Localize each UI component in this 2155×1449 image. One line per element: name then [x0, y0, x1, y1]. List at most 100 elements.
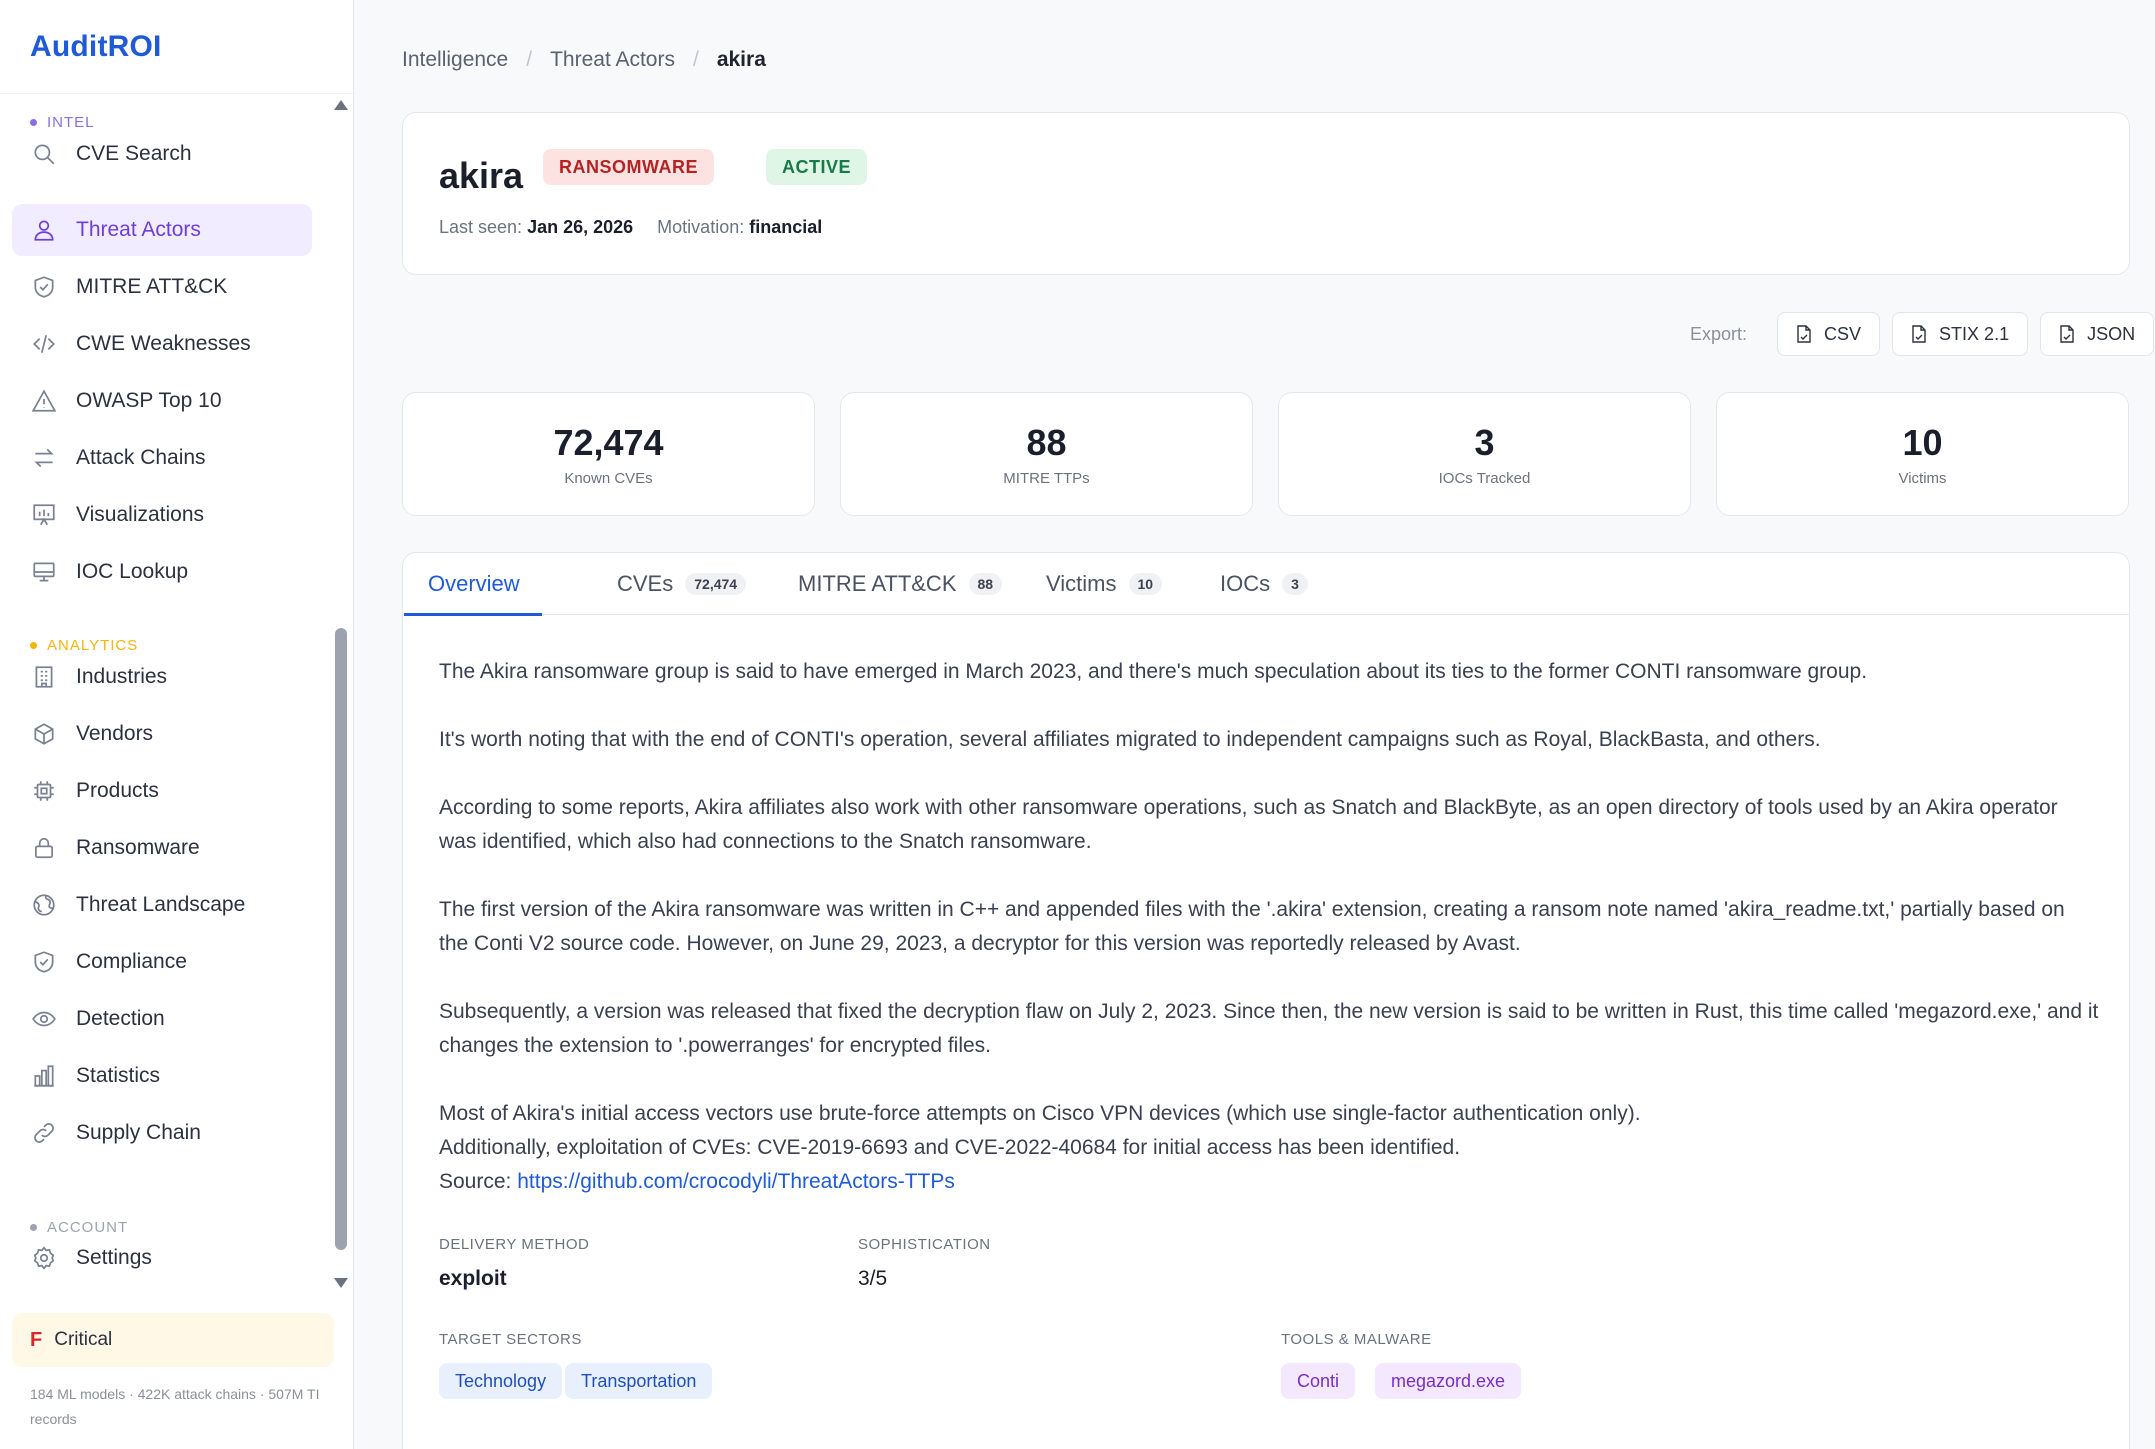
sidebar-item-products[interactable]: Products [12, 765, 312, 817]
export-csv-button[interactable]: CSV [1777, 312, 1881, 356]
platform-stats-footnote: 184 ML models · 422K attack chains · 507… [30, 1386, 320, 1427]
globe-icon [30, 891, 58, 919]
shield-check-icon [30, 948, 58, 976]
scroll-up-arrow[interactable] [334, 100, 348, 110]
sophistication-label: SOPHISTICATION [858, 1236, 991, 1253]
tab-iocs[interactable]: IOCs 3 [1220, 553, 1308, 615]
export-label: Export: [1690, 323, 1748, 344]
presentation-icon [30, 501, 58, 529]
file-icon [1797, 325, 1811, 343]
actor-detail-card: Overview CVEs 72,474 MITRE ATT&CK 88 Victi… [402, 552, 2130, 1449]
stat-card-known-cves: 72,474 Known CVEs [402, 392, 815, 516]
sidebar-item-attack-chains[interactable]: Attack Chains [12, 432, 312, 484]
eye-icon [30, 1005, 58, 1033]
tab-overview[interactable]: Overview [404, 553, 542, 616]
tools-malware-label: TOOLS & MALWARE [1281, 1331, 1432, 1348]
lock-icon [30, 834, 58, 862]
overview-paragraph: The first version of the Akira ransomwar… [439, 898, 2065, 955]
brand-logo[interactable]: AuditROI [0, 0, 353, 94]
actor-status-badge: ACTIVE [766, 149, 868, 185]
sector-chip[interactable]: Transportation [565, 1363, 713, 1399]
warning-icon [30, 387, 58, 415]
sidebar: AuditROI INTEL CVE Search Threat Actors … [0, 0, 354, 1449]
sidebar-item-supply-chain[interactable]: Supply Chain [12, 1107, 312, 1159]
gear-icon [30, 1244, 58, 1272]
shield-icon [30, 273, 58, 301]
actor-header-card: akira RANSOMWARE ACTIVE Last seen: Jan 2… [402, 112, 2130, 275]
sidebar-item-mitre[interactable]: MITRE ATT&CK [12, 261, 312, 313]
sidebar-item-compliance[interactable]: Compliance [12, 936, 312, 988]
tool-chip[interactable]: Conti [1281, 1363, 1356, 1399]
overview-description: The Akira ransomware group is said to ha… [439, 655, 2099, 1199]
main-content: Intelligence / Threat Actors / akira aki… [355, 0, 2155, 1449]
overview-cves-line: Additionally, exploitation of CVEs: CVE-… [439, 1136, 1461, 1159]
last-seen: Last seen: Jan 26, 2026 [439, 217, 634, 237]
overview-source-line: Source: https://github.com/crocodyli/Thr… [439, 1170, 955, 1193]
sidebar-item-threat-actors[interactable]: Threat Actors [12, 204, 312, 256]
overview-paragraph: According to some reports, Akira affilia… [439, 796, 2058, 853]
breadcrumb-threat-actors[interactable]: Threat Actors [550, 48, 675, 72]
sidebar-item-detection[interactable]: Detection [12, 993, 312, 1045]
breadcrumb-intelligence[interactable]: Intelligence [402, 48, 508, 72]
sidebar-nav: INTEL CVE Search Threat Actors MITRE ATT… [0, 94, 354, 1294]
tab-count: 88 [968, 573, 1003, 595]
search-icon [30, 140, 58, 168]
sidebar-item-ioc-lookup[interactable]: IOC Lookup [12, 546, 312, 598]
actor-type-badge: RANSOMWARE [543, 149, 714, 185]
sidebar-item-ransomware[interactable]: Ransomware [12, 822, 312, 874]
source-link[interactable]: https://github.com/crocodyli/ThreatActor… [517, 1170, 955, 1193]
breadcrumb-current: akira [716, 48, 766, 71]
export-json-button[interactable]: JSON [2040, 312, 2155, 356]
motivation: Motivation: financial [657, 217, 823, 237]
tab-cves[interactable]: CVEs 72,474 [617, 553, 747, 615]
tab-victims[interactable]: Victims 10 [1046, 553, 1163, 615]
sidebar-item-vendors[interactable]: Vendors [12, 708, 312, 760]
delivery-method-value: exploit [439, 1267, 507, 1290]
risk-grade: F [30, 1328, 43, 1351]
file-icon [1912, 325, 1926, 343]
tab-count: 10 [1128, 573, 1163, 595]
delivery-method-label: DELIVERY METHOD [439, 1236, 590, 1253]
arrows-icon [30, 444, 58, 472]
tab-count: 72,474 [685, 573, 747, 595]
brand-name: AuditROI [30, 29, 162, 63]
overview-paragraph: Subsequently, a version was released tha… [439, 1000, 2099, 1057]
code-icon [30, 330, 58, 358]
actor-meta: Last seen: Jan 26, 2026 Motivation: fina… [439, 217, 822, 238]
stat-card-iocs: 3 IOCs Tracked [1278, 392, 1691, 516]
sophistication-value: 3/5 [858, 1267, 888, 1290]
box-icon [30, 720, 58, 748]
target-sectors-label: TARGET SECTORS [439, 1331, 582, 1348]
sidebar-scrollbar-thumb[interactable] [335, 628, 347, 1250]
overview-access-line: Most of Akira's initial access vectors u… [439, 1102, 1641, 1125]
sidebar-item-visualizations[interactable]: Visualizations [12, 489, 312, 541]
sidebar-item-statistics[interactable]: Statistics [12, 1050, 312, 1102]
link-icon [30, 1119, 58, 1147]
sidebar-item-industries[interactable]: Industries [12, 651, 312, 703]
actor-name: akira [439, 155, 524, 196]
sidebar-item-threat-landscape[interactable]: Threat Landscape [12, 879, 312, 931]
tab-count: 3 [1282, 573, 1308, 595]
user-icon [30, 216, 58, 244]
sidebar-item-owasp[interactable]: OWASP Top 10 [12, 375, 312, 427]
export-toolbar: Export: CSV STIX 2.1 JSON [1690, 312, 2155, 356]
stat-card-victims: 10 Victims [1716, 392, 2129, 516]
file-icon [2060, 325, 2074, 343]
overview-paragraph: It's worth noting that with the end of C… [439, 728, 1821, 751]
overview-paragraph: The Akira ransomware group is said to ha… [439, 660, 1868, 683]
building-icon [30, 663, 58, 691]
tab-mitre[interactable]: MITRE ATT&CK 88 [798, 553, 1003, 615]
scroll-down-arrow[interactable] [334, 1278, 348, 1288]
sidebar-item-cve-search[interactable]: CVE Search [12, 128, 312, 180]
breadcrumb: Intelligence / Threat Actors / akira [402, 48, 766, 72]
tool-chip[interactable]: megazord.exe [1375, 1363, 1522, 1399]
sector-chip[interactable]: Technology [439, 1363, 563, 1399]
sidebar-item-settings[interactable]: Settings [12, 1232, 312, 1284]
tab-bar: Overview CVEs 72,474 MITRE ATT&CK 88 Victi… [403, 553, 2129, 616]
sidebar-item-cwe[interactable]: CWE Weaknesses [12, 318, 312, 370]
risk-label: Critical [54, 1329, 113, 1350]
stat-card-mitre-ttps: 88 MITRE TTPs [840, 392, 1253, 516]
bar-chart-icon [30, 1062, 58, 1090]
export-stix-button[interactable]: STIX 2.1 [1892, 312, 2029, 356]
risk-score-badge[interactable]: F Critical [12, 1313, 334, 1367]
